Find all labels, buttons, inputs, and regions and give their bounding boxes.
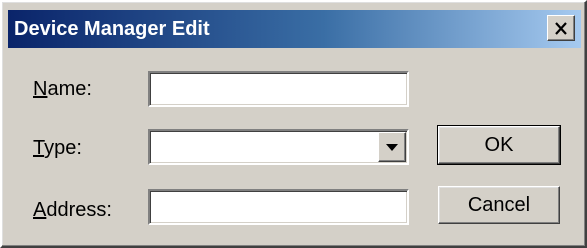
address-label: Address: [33,198,112,222]
close-button[interactable] [547,15,575,41]
ok-button[interactable]: OK [437,125,561,165]
close-x-icon [555,21,567,35]
type-select[interactable] [148,129,409,165]
address-label-text: ddress: [46,199,112,221]
name-input[interactable] [148,71,409,107]
name-label-text: ame: [47,78,92,100]
address-label-mnemonic: A [33,199,47,221]
type-label: Type: [33,136,82,160]
name-label: Name: [33,77,92,101]
address-input[interactable] [148,189,409,225]
type-label-text: ype: [44,137,82,159]
window-title: Device Manager Edit [14,18,210,40]
type-label-mnemonic: T [33,137,45,159]
device-manager-edit-dialog: Device Manager Edit Name: Type: Address:… [0,0,587,248]
name-label-mnemonic: N [33,78,48,100]
cancel-button[interactable]: Cancel [438,186,560,224]
title-bar[interactable]: Device Manager Edit [8,10,581,48]
chevron-down-icon [386,143,398,151]
type-dropdown-button[interactable] [378,132,406,162]
